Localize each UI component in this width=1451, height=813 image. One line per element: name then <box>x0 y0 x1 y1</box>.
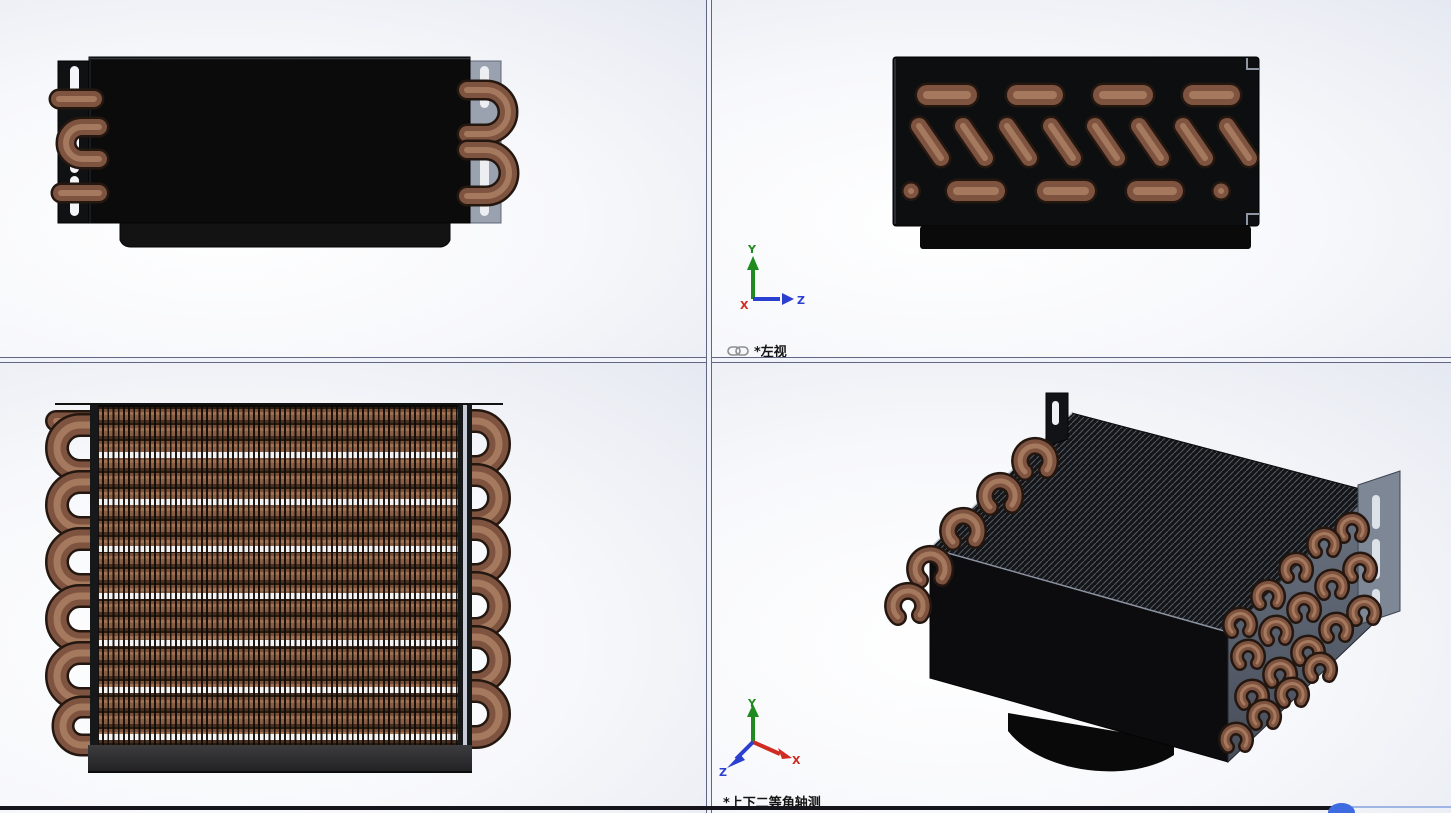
model-isometric-view[interactable]: Y X Z <box>712 363 1451 813</box>
iso-top-left-flange-bracket <box>1046 393 1068 447</box>
model-front-view[interactable] <box>0 0 706 357</box>
link-icon <box>727 345 749 357</box>
viewport-splitter-horizontal[interactable] <box>0 357 1451 363</box>
x-axis-arrow <box>778 748 792 759</box>
z-axis-label: Z <box>797 294 805 307</box>
viewport-top-view[interactable] <box>0 363 706 813</box>
iso-heat-exchanger <box>893 393 1400 771</box>
viewport-splitter-vertical[interactable] <box>706 0 712 813</box>
frame-bar-left <box>90 405 98 745</box>
z-axis-label: Z <box>719 766 727 779</box>
y-axis-label: Y <box>747 243 757 256</box>
front-fin-body <box>89 57 470 223</box>
x-axis-label: X <box>740 299 749 312</box>
viewport-label-left-view: *左视 <box>727 341 787 357</box>
front-base-tray <box>120 223 450 247</box>
graphics-area: Y Z X *左视 <box>0 0 1451 813</box>
viewport-front-view[interactable] <box>0 0 706 357</box>
viewport-left-view[interactable]: Y Z X *左视 <box>712 0 1451 357</box>
y-axis-arrow <box>747 256 759 270</box>
frame-bar-right-outer <box>467 405 472 745</box>
viewport-isometric-view[interactable]: Y X Z *上下二等角轴测 <box>712 363 1451 813</box>
coordinate-triad: Y Z X <box>740 243 805 312</box>
window-bottom-edge-accent <box>1352 806 1451 808</box>
bottom-plate <box>88 745 472 773</box>
window-bottom-edge <box>0 806 1337 810</box>
fin-pack-top-view[interactable] <box>97 405 458 745</box>
model-left-view[interactable]: Y Z X <box>712 0 1451 357</box>
z-axis-arrow <box>727 754 745 768</box>
x-axis-label: X <box>792 754 801 767</box>
viewport-label-text: *左视 <box>754 341 787 357</box>
left-view-base-tray <box>920 226 1251 249</box>
z-axis-arrow <box>782 293 794 305</box>
coordinate-triad: Y X Z <box>719 697 801 779</box>
y-axis-label: Y <box>747 697 757 710</box>
